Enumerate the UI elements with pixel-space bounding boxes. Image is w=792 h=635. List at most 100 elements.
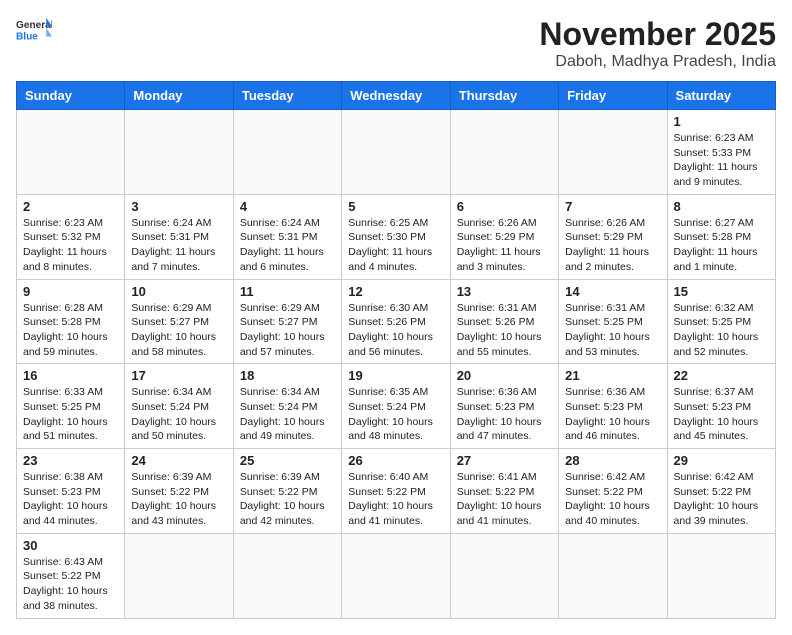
calendar-cell: 13Sunrise: 6:31 AMSunset: 5:26 PMDayligh… xyxy=(450,279,558,364)
calendar-cell xyxy=(342,533,450,618)
cell-info: Sunrise: 6:35 AM xyxy=(348,385,443,400)
calendar-cell: 3Sunrise: 6:24 AMSunset: 5:31 PMDaylight… xyxy=(125,194,233,279)
calendar-cell: 29Sunrise: 6:42 AMSunset: 5:22 PMDayligh… xyxy=(667,449,775,534)
calendar-week-2: 9Sunrise: 6:28 AMSunset: 5:28 PMDaylight… xyxy=(17,279,776,364)
calendar-cell: 14Sunrise: 6:31 AMSunset: 5:25 PMDayligh… xyxy=(559,279,667,364)
day-number: 1 xyxy=(674,114,769,129)
cell-info: Sunset: 5:27 PM xyxy=(240,315,335,330)
cell-info: Sunrise: 6:41 AM xyxy=(457,470,552,485)
day-number: 21 xyxy=(565,368,660,383)
day-number: 27 xyxy=(457,453,552,468)
cell-info: Sunset: 5:24 PM xyxy=(348,400,443,415)
cell-info: Daylight: 10 hours and 40 minutes. xyxy=(565,499,660,528)
cell-info: Sunrise: 6:40 AM xyxy=(348,470,443,485)
cell-info: Daylight: 10 hours and 53 minutes. xyxy=(565,330,660,359)
cell-info: Daylight: 11 hours and 3 minutes. xyxy=(457,245,552,274)
cell-info: Sunset: 5:29 PM xyxy=(457,230,552,245)
calendar-cell xyxy=(233,533,341,618)
cell-info: Sunset: 5:24 PM xyxy=(131,400,226,415)
cell-info: Daylight: 10 hours and 38 minutes. xyxy=(23,584,118,613)
cell-info: Sunset: 5:22 PM xyxy=(674,485,769,500)
cell-info: Daylight: 10 hours and 48 minutes. xyxy=(348,415,443,444)
calendar-body: 1Sunrise: 6:23 AMSunset: 5:33 PMDaylight… xyxy=(17,110,776,619)
cell-info: Sunrise: 6:39 AM xyxy=(131,470,226,485)
calendar-cell: 16Sunrise: 6:33 AMSunset: 5:25 PMDayligh… xyxy=(17,364,125,449)
calendar-cell xyxy=(125,110,233,195)
calendar-cell: 7Sunrise: 6:26 AMSunset: 5:29 PMDaylight… xyxy=(559,194,667,279)
day-number: 8 xyxy=(674,199,769,214)
calendar-week-1: 2Sunrise: 6:23 AMSunset: 5:32 PMDaylight… xyxy=(17,194,776,279)
cell-info: Daylight: 10 hours and 50 minutes. xyxy=(131,415,226,444)
calendar-cell: 19Sunrise: 6:35 AMSunset: 5:24 PMDayligh… xyxy=(342,364,450,449)
day-number: 28 xyxy=(565,453,660,468)
cell-info: Daylight: 10 hours and 46 minutes. xyxy=(565,415,660,444)
cell-info: Sunrise: 6:38 AM xyxy=(23,470,118,485)
logo-svg: General Blue xyxy=(16,16,52,44)
cell-info: Sunrise: 6:31 AM xyxy=(457,301,552,316)
cell-info: Daylight: 11 hours and 8 minutes. xyxy=(23,245,118,274)
cell-info: Sunrise: 6:37 AM xyxy=(674,385,769,400)
day-number: 6 xyxy=(457,199,552,214)
cell-info: Sunrise: 6:34 AM xyxy=(131,385,226,400)
cell-info: Sunset: 5:22 PM xyxy=(131,485,226,500)
cell-info: Daylight: 10 hours and 49 minutes. xyxy=(240,415,335,444)
calendar-week-3: 16Sunrise: 6:33 AMSunset: 5:25 PMDayligh… xyxy=(17,364,776,449)
weekday-header-thursday: Thursday xyxy=(450,82,558,110)
day-number: 30 xyxy=(23,538,118,553)
calendar-cell: 2Sunrise: 6:23 AMSunset: 5:32 PMDaylight… xyxy=(17,194,125,279)
cell-info: Sunset: 5:29 PM xyxy=(565,230,660,245)
header: General Blue November 2025 Daboh, Madhya… xyxy=(16,16,776,71)
calendar-cell xyxy=(559,110,667,195)
day-number: 20 xyxy=(457,368,552,383)
day-number: 4 xyxy=(240,199,335,214)
calendar-week-0: 1Sunrise: 6:23 AMSunset: 5:33 PMDaylight… xyxy=(17,110,776,195)
calendar-cell xyxy=(125,533,233,618)
day-number: 17 xyxy=(131,368,226,383)
cell-info: Daylight: 11 hours and 7 minutes. xyxy=(131,245,226,274)
day-number: 26 xyxy=(348,453,443,468)
calendar-cell xyxy=(559,533,667,618)
cell-info: Sunrise: 6:36 AM xyxy=(457,385,552,400)
cell-info: Sunset: 5:31 PM xyxy=(240,230,335,245)
cell-info: Sunrise: 6:33 AM xyxy=(23,385,118,400)
calendar-cell: 10Sunrise: 6:29 AMSunset: 5:27 PMDayligh… xyxy=(125,279,233,364)
cell-info: Sunset: 5:33 PM xyxy=(674,146,769,161)
cell-info: Daylight: 10 hours and 56 minutes. xyxy=(348,330,443,359)
calendar-cell: 21Sunrise: 6:36 AMSunset: 5:23 PMDayligh… xyxy=(559,364,667,449)
day-number: 9 xyxy=(23,284,118,299)
day-number: 5 xyxy=(348,199,443,214)
calendar-cell xyxy=(667,533,775,618)
cell-info: Sunrise: 6:29 AM xyxy=(131,301,226,316)
cell-info: Daylight: 10 hours and 45 minutes. xyxy=(674,415,769,444)
cell-info: Sunset: 5:22 PM xyxy=(348,485,443,500)
cell-info: Daylight: 11 hours and 1 minute. xyxy=(674,245,769,274)
cell-info: Daylight: 10 hours and 44 minutes. xyxy=(23,499,118,528)
day-number: 11 xyxy=(240,284,335,299)
svg-text:Blue: Blue xyxy=(16,31,38,42)
calendar-cell: 22Sunrise: 6:37 AMSunset: 5:23 PMDayligh… xyxy=(667,364,775,449)
calendar-cell: 26Sunrise: 6:40 AMSunset: 5:22 PMDayligh… xyxy=(342,449,450,534)
cell-info: Sunset: 5:22 PM xyxy=(23,569,118,584)
calendar-cell: 27Sunrise: 6:41 AMSunset: 5:22 PMDayligh… xyxy=(450,449,558,534)
calendar-cell xyxy=(450,110,558,195)
day-number: 10 xyxy=(131,284,226,299)
cell-info: Sunset: 5:23 PM xyxy=(565,400,660,415)
calendar-cell xyxy=(233,110,341,195)
cell-info: Sunset: 5:23 PM xyxy=(23,485,118,500)
cell-info: Sunrise: 6:24 AM xyxy=(131,216,226,231)
cell-info: Sunset: 5:22 PM xyxy=(565,485,660,500)
cell-info: Sunset: 5:23 PM xyxy=(674,400,769,415)
cell-info: Daylight: 10 hours and 51 minutes. xyxy=(23,415,118,444)
cell-info: Daylight: 11 hours and 6 minutes. xyxy=(240,245,335,274)
calendar-cell: 11Sunrise: 6:29 AMSunset: 5:27 PMDayligh… xyxy=(233,279,341,364)
calendar-cell: 9Sunrise: 6:28 AMSunset: 5:28 PMDaylight… xyxy=(17,279,125,364)
cell-info: Sunrise: 6:31 AM xyxy=(565,301,660,316)
day-number: 14 xyxy=(565,284,660,299)
calendar-cell: 5Sunrise: 6:25 AMSunset: 5:30 PMDaylight… xyxy=(342,194,450,279)
cell-info: Sunrise: 6:26 AM xyxy=(457,216,552,231)
day-number: 7 xyxy=(565,199,660,214)
weekday-header-tuesday: Tuesday xyxy=(233,82,341,110)
day-number: 24 xyxy=(131,453,226,468)
cell-info: Sunrise: 6:39 AM xyxy=(240,470,335,485)
cell-info: Sunset: 5:28 PM xyxy=(674,230,769,245)
